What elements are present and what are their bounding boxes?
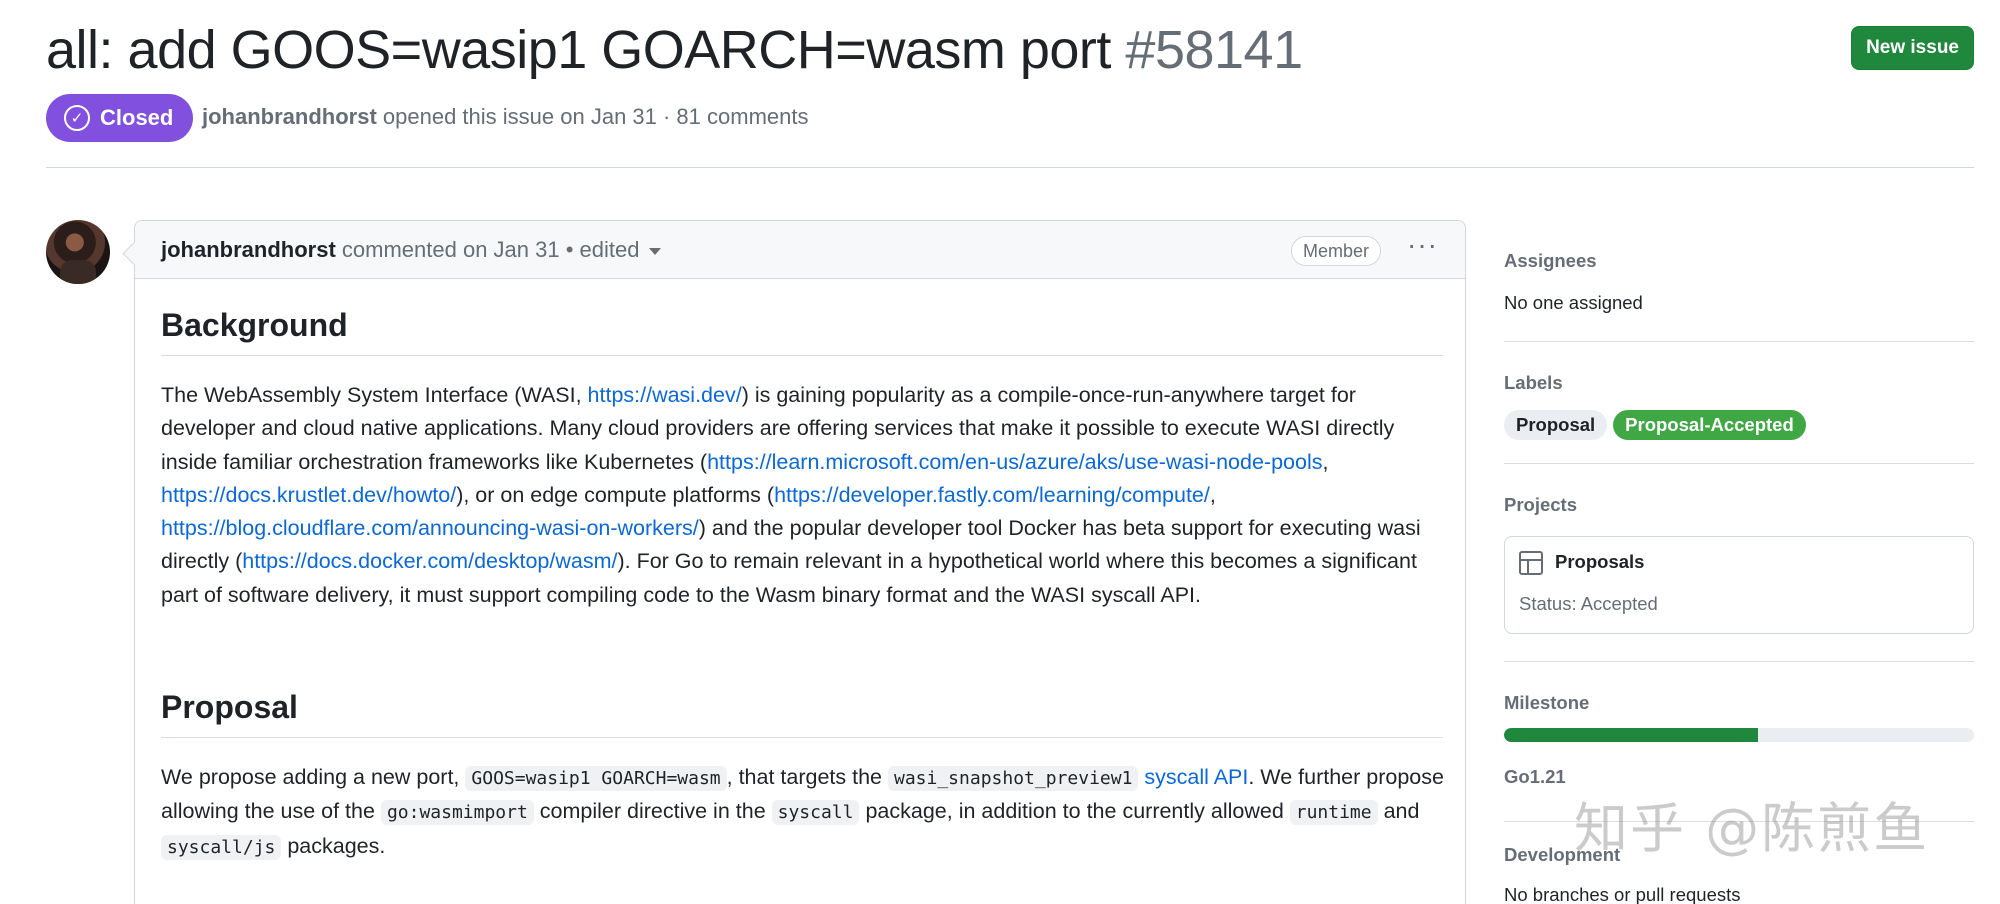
project-status: Status: Accepted <box>1519 593 1658 614</box>
heading-proposal: Proposal <box>161 687 1443 738</box>
text: We propose adding a new port, <box>161 765 466 789</box>
assignees-section: Assignees No one assigned <box>1504 220 1974 342</box>
issue-title-text: all: add GOOS=wasip1 GOARCH=wasm port <box>46 20 1111 80</box>
link-fastly[interactable]: https://developer.fastly.com/learning/co… <box>774 483 1210 507</box>
labels-list: Proposal Proposal-Accepted <box>1504 410 1812 440</box>
project-card[interactable]: Proposals Status: Accepted <box>1504 536 1974 634</box>
text: package, in addition to the currently al… <box>859 799 1290 824</box>
comment-meta: johanbrandhorst commented on Jan 31 • ed… <box>161 237 662 263</box>
state-label: Closed <box>100 105 174 130</box>
milestone-progress-bar <box>1504 728 1974 742</box>
heading-background: Background <box>161 305 1443 356</box>
labels-section: Labels Proposal Proposal-Accepted <box>1504 342 1974 464</box>
comment-action[interactable]: commented on Jan 31 • edited <box>342 237 640 262</box>
code-syscall: syscall <box>771 800 860 826</box>
development-value: No branches or pull requests <box>1504 884 1741 904</box>
issue-number: #58141 <box>1125 20 1303 80</box>
new-issue-button[interactable]: New issue <box>1851 26 1974 70</box>
text: , that targets the <box>726 765 888 789</box>
kebab-menu-icon[interactable]: ··· <box>1407 229 1438 261</box>
label-proposal-accepted[interactable]: Proposal-Accepted <box>1613 410 1806 440</box>
assignees-value: No one assigned <box>1504 292 1643 313</box>
watermark: 知乎 @陈煎鱼 <box>1574 797 1930 860</box>
issue-header: all: add GOOS=wasip1 GOARCH=wasm port #5… <box>46 0 1974 168</box>
text: , <box>1209 482 1216 507</box>
code-runtime: runtime <box>1289 800 1378 826</box>
code-syscall-js: syscall/js <box>161 834 282 860</box>
link-microsoft[interactable]: https://learn.microsoft.com/en-us/azure/… <box>707 450 1322 474</box>
state-badge: ✓ Closed <box>46 94 194 142</box>
comment-header: johanbrandhorst commented on Jan 31 • ed… <box>135 221 1465 279</box>
issue-meta: johanbrandhorst opened this issue on Jan… <box>202 104 809 130</box>
link-docker[interactable]: https://docs.docker.com/desktop/wasm/ <box>242 549 617 573</box>
text: The WebAssembly System Interface (WASI, <box>161 383 588 407</box>
milestone-title[interactable]: Milestone <box>1504 692 1589 714</box>
text: ), or on edge compute platforms ( <box>456 482 775 507</box>
assignees-title[interactable]: Assignees <box>1504 250 1597 272</box>
text: , <box>1322 449 1329 474</box>
link-cloudflare[interactable]: https://blog.cloudflare.com/announcing-w… <box>161 516 699 540</box>
projects-title[interactable]: Projects <box>1504 494 1577 516</box>
proposal-paragraph: We propose adding a new port, GOOS=wasip… <box>161 761 1451 864</box>
issue-meta-text: opened this issue on Jan 31 · 81 comment… <box>382 104 809 129</box>
code-preview: wasi_snapshot_preview1 <box>888 766 1139 791</box>
text: packages. <box>281 833 386 858</box>
labels-title[interactable]: Labels <box>1504 372 1563 394</box>
code-port: GOOS=wasip1 GOARCH=wasm <box>465 766 727 791</box>
milestone-name[interactable]: Go1.21 <box>1504 766 1566 788</box>
milestone-progress-fill <box>1504 728 1758 742</box>
label-proposal[interactable]: Proposal <box>1504 410 1608 440</box>
background-paragraph: The WebAssembly System Interface (WASI, … <box>161 379 1443 612</box>
text: compiler directive in the <box>533 799 772 824</box>
issue-title: all: add GOOS=wasip1 GOARCH=wasm port #5… <box>46 18 1303 82</box>
link-krustlet[interactable]: https://docs.krustlet.dev/howto/ <box>161 483 456 507</box>
comment-author-link[interactable]: johanbrandhorst <box>161 237 336 262</box>
text: and <box>1377 799 1420 824</box>
project-name[interactable]: Proposals <box>1555 551 1644 573</box>
chevron-down-icon[interactable] <box>649 247 662 255</box>
member-badge: Member <box>1291 236 1382 266</box>
closed-check-icon: ✓ <box>64 105 90 131</box>
table-icon <box>1519 551 1543 575</box>
issue-author-link[interactable]: johanbrandhorst <box>202 104 377 129</box>
code-directive: go:wasmimport <box>380 800 534 826</box>
avatar[interactable] <box>46 220 110 284</box>
link-wasi[interactable]: https://wasi.dev/ <box>588 383 742 407</box>
link-syscall-api[interactable]: syscall API <box>1144 765 1248 789</box>
comment-box: johanbrandhorst commented on Jan 31 • ed… <box>134 220 1466 904</box>
